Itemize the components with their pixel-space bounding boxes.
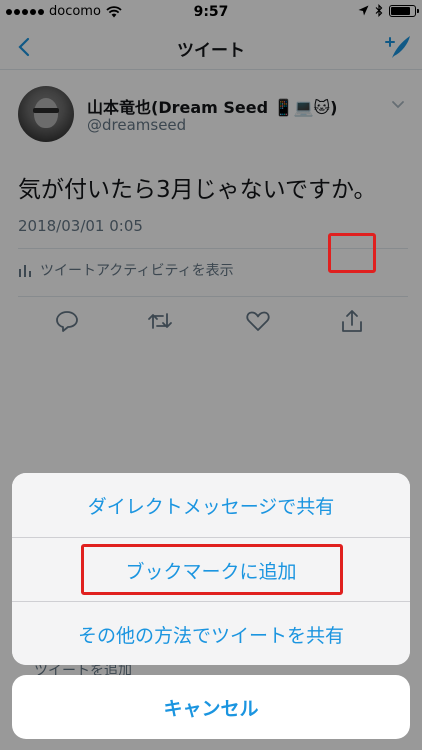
share-other-way-button[interactable]: その他の方法でツイートを共有: [12, 602, 410, 665]
cancel-button[interactable]: キャンセル: [12, 675, 410, 739]
bookmark-button-highlight: [81, 544, 343, 595]
share-via-dm-button[interactable]: ダイレクトメッセージで共有: [12, 473, 410, 537]
share-button-highlight: [328, 233, 376, 273]
